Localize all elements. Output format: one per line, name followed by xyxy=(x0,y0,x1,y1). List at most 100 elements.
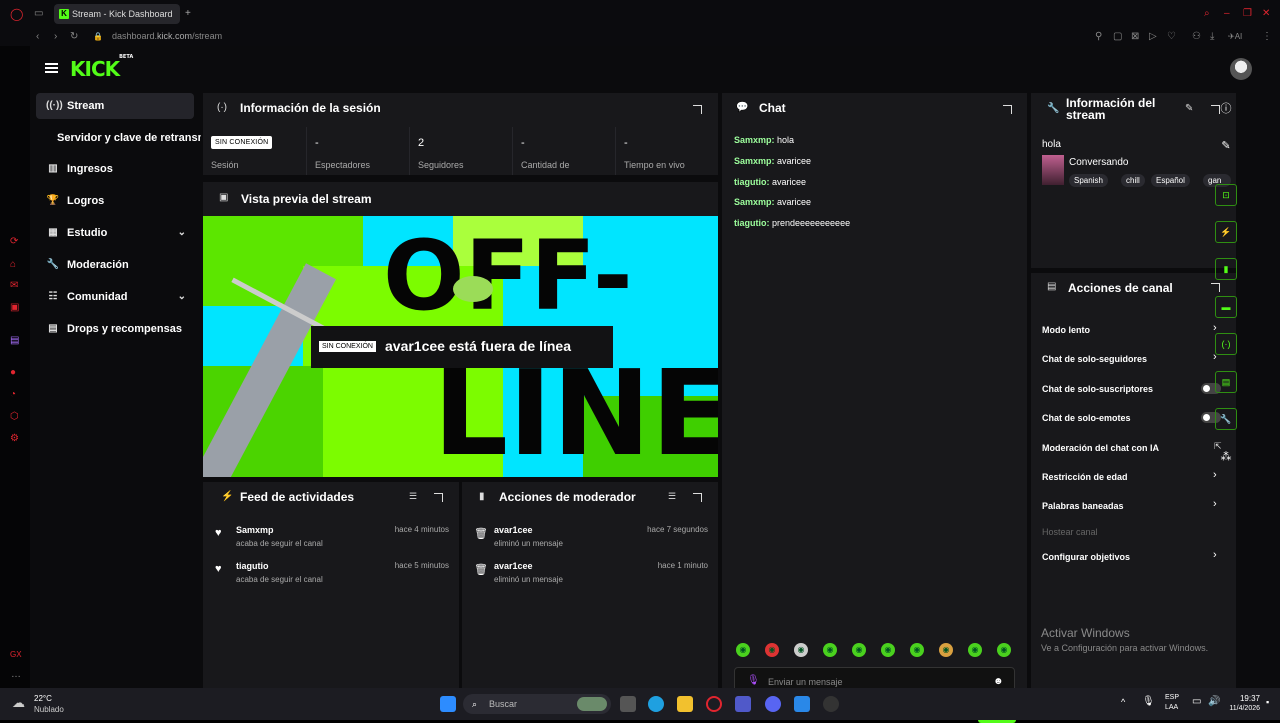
browser-tab[interactable]: K Stream - Kick Dashboard xyxy=(54,4,180,24)
maximize-icon[interactable]: ❐ xyxy=(1243,8,1252,20)
expand-icon[interactable] xyxy=(693,105,702,114)
sidebar-settings-icon[interactable]: ⚙ xyxy=(10,433,19,445)
chat-username[interactable]: Samxmp: xyxy=(734,197,775,207)
action-slow-mode[interactable]: Modo lento xyxy=(1042,325,1090,335)
url-field[interactable]: dashboard.kick.com/stream xyxy=(112,31,222,41)
sidebar-history-icon[interactable]: ⟳ xyxy=(10,236,18,248)
weather-temp[interactable]: 22°C xyxy=(34,694,52,703)
emote-icon[interactable]: ◉ xyxy=(997,643,1011,657)
sidebar-mail-icon[interactable]: ✉ xyxy=(10,280,18,292)
chat-message[interactable]: tiagutio: avaricee xyxy=(734,177,806,187)
obs-icon[interactable] xyxy=(823,696,839,712)
document-icon[interactable]: ▮ xyxy=(1215,258,1237,280)
ai-button[interactable]: ✈AI xyxy=(1228,31,1242,43)
layout-icon[interactable]: ⊡ xyxy=(1215,184,1237,206)
chat-message[interactable]: Samxmp: hola xyxy=(734,135,794,145)
sidebar-item-stream[interactable]: ((·)) Stream xyxy=(36,93,194,119)
chat-username[interactable]: tiagutio: xyxy=(734,218,770,228)
sidebar-twitch-icon[interactable]: ▤ xyxy=(10,335,19,347)
clock-date[interactable]: 11/4/2026 xyxy=(1222,705,1260,712)
opera-gx-icon[interactable] xyxy=(706,696,722,712)
expand-icon[interactable] xyxy=(693,493,702,502)
edit-pencil-icon[interactable]: ✎ xyxy=(1185,103,1193,114)
new-tab-icon[interactable]: + xyxy=(185,8,191,20)
play-icon[interactable]: ▷ xyxy=(1149,31,1157,43)
sidebar-item-logros[interactable]: 🏆 Logros xyxy=(36,188,194,214)
emote-icon[interactable]: ◉ xyxy=(736,643,750,657)
emote-icon[interactable]: ◉ xyxy=(939,643,953,657)
edge-icon[interactable] xyxy=(648,696,664,712)
action-ai-moderation[interactable]: Moderación del chat con IA xyxy=(1042,443,1159,453)
emoji-icon[interactable]: ☻ xyxy=(993,676,1004,687)
stream-preview[interactable]: OFF- LINE SIN CONEXIÓN avar1cee está fue… xyxy=(203,216,718,477)
emote-icon[interactable]: ◉ xyxy=(794,643,808,657)
pin-icon[interactable]: ⚲ xyxy=(1095,31,1102,43)
file-explorer-icon[interactable] xyxy=(677,696,693,712)
discord-icon[interactable] xyxy=(765,696,781,712)
chat-message[interactable]: tiagutio: prendeeeeeeeeeee xyxy=(734,218,850,228)
snapshot-icon[interactable]: ▢ xyxy=(1113,31,1122,43)
sidebar-item-drops[interactable]: ▤ Drops y recompensas xyxy=(36,316,194,342)
channel-icon[interactable]: ▤ xyxy=(1215,371,1237,393)
taskbar-search[interactable]: ⌕ Buscar xyxy=(463,694,611,714)
tab-menu-icon[interactable]: ▭ xyxy=(34,8,43,20)
kick-logo[interactable]: KICKBETA xyxy=(70,54,133,81)
clock-time[interactable]: 19:37 xyxy=(1230,694,1260,703)
wrench-icon[interactable]: 🔧 xyxy=(1215,408,1237,430)
chat-username[interactable]: tiagutio: xyxy=(734,177,770,187)
category-thumbnail[interactable] xyxy=(1042,155,1064,185)
account-icon[interactable]: ⚇ xyxy=(1192,31,1201,43)
emote-icon[interactable]: ◉ xyxy=(910,643,924,657)
chevron-right-icon[interactable]: › xyxy=(1213,549,1217,561)
sidebar-clock-icon[interactable]: ◔ xyxy=(10,389,16,401)
reload-icon[interactable]: ↻ xyxy=(70,31,78,43)
sidebar-item-moderacion[interactable]: 🔧 Moderación xyxy=(36,252,194,278)
action-emotes-only[interactable]: Chat de solo-emotes xyxy=(1042,413,1131,423)
filter-icon[interactable]: ☰ xyxy=(668,491,676,502)
action-followers-only[interactable]: Chat de solo-seguidores xyxy=(1042,354,1147,364)
emote-icon[interactable]: ◉ xyxy=(968,643,982,657)
language-code[interactable]: ESP xyxy=(1165,694,1179,701)
microphone-tray-icon[interactable]: 🎙 xyxy=(1142,696,1155,707)
expand-icon[interactable] xyxy=(1211,283,1220,292)
emote-icon[interactable]: ◉ xyxy=(852,643,866,657)
user-avatar[interactable] xyxy=(1230,58,1252,80)
category-name[interactable]: Conversando xyxy=(1069,157,1128,168)
emote-icon[interactable]: ◉ xyxy=(765,643,779,657)
chat-message[interactable]: Samxmp: avaricee xyxy=(734,156,811,166)
volume-icon[interactable]: 🔊 xyxy=(1208,696,1220,707)
tray-chevron-up-icon[interactable]: ^ xyxy=(1121,697,1125,707)
widgets-icon[interactable]: ⁂ xyxy=(1215,446,1237,468)
minimize-icon[interactable]: – xyxy=(1224,8,1230,20)
search-icon[interactable]: ⌕ xyxy=(1204,8,1210,20)
sidebar-gx-icon[interactable]: GX xyxy=(10,649,22,661)
sidebar-extensions-icon[interactable]: ⬡ xyxy=(10,411,19,423)
stream-tag[interactable]: Spanish xyxy=(1069,174,1108,187)
opera-logo-icon[interactable]: ◯ xyxy=(10,8,23,20)
sidebar-more-icon[interactable]: … xyxy=(11,669,21,681)
close-icon[interactable]: ✕ xyxy=(1262,8,1270,20)
broadcast-icon[interactable]: (·) xyxy=(1215,333,1237,355)
action-configure-goals[interactable]: Configurar objetivos xyxy=(1042,552,1130,562)
task-view-icon[interactable] xyxy=(620,696,636,712)
microphone-icon[interactable]: 🎙 xyxy=(747,675,760,686)
emote-icon[interactable]: ◉ xyxy=(823,643,837,657)
emote-icon[interactable]: ◉ xyxy=(881,643,895,657)
facebook-icon[interactable] xyxy=(794,696,810,712)
chevron-right-icon[interactable]: › xyxy=(1213,498,1217,510)
chat-username[interactable]: Samxmp: xyxy=(734,135,775,145)
hamburger-menu-icon[interactable] xyxy=(45,63,58,73)
stream-tag[interactable]: chill xyxy=(1121,174,1145,187)
weather-desc[interactable]: Nublado xyxy=(34,705,64,714)
feed-user[interactable]: Samxmp xyxy=(236,525,274,535)
adblock-icon[interactable]: ⊠ xyxy=(1131,31,1139,43)
action-banned-words[interactable]: Palabras baneadas xyxy=(1042,501,1124,511)
teams-icon[interactable] xyxy=(735,696,751,712)
edit-pencil-icon[interactable]: ✎ xyxy=(1215,135,1237,157)
windows-start-icon[interactable] xyxy=(440,696,456,712)
expand-icon[interactable] xyxy=(434,493,443,502)
action-age-restriction[interactable]: Restricción de edad xyxy=(1042,472,1128,482)
filter-icon[interactable]: ☰ xyxy=(409,491,417,502)
download-icon[interactable]: ⤓ xyxy=(1210,31,1214,43)
forward-icon[interactable]: › xyxy=(54,31,57,43)
